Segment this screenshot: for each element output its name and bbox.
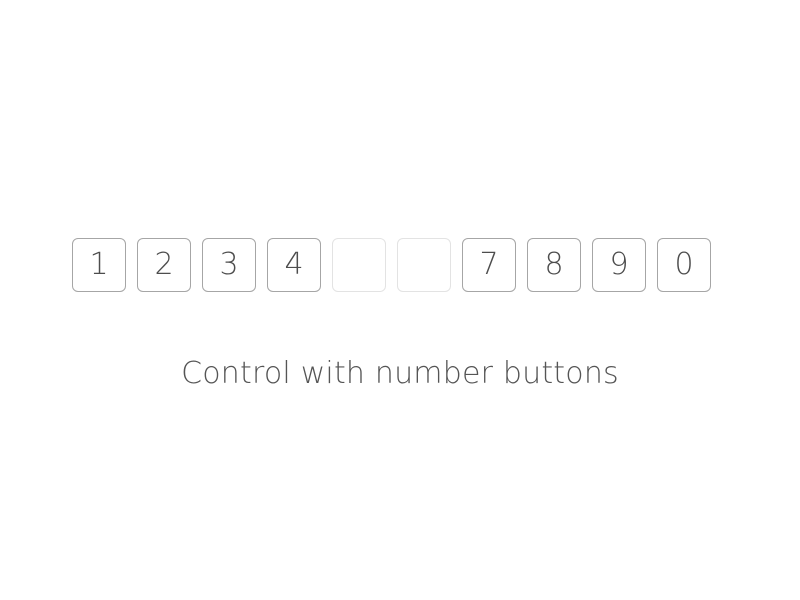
number-button-4[interactable]: 4 <box>267 238 321 292</box>
number-button-9[interactable]: 9 <box>592 238 646 292</box>
number-button-3[interactable]: 3 <box>202 238 256 292</box>
number-button-2[interactable]: 2 <box>137 238 191 292</box>
number-button-7[interactable]: 7 <box>462 238 516 292</box>
number-button-1[interactable]: 1 <box>72 238 126 292</box>
number-button-0[interactable]: 0 <box>657 238 711 292</box>
number-button-8[interactable]: 8 <box>527 238 581 292</box>
number-keypad: 1 2 3 4 7 8 9 0 <box>72 238 711 292</box>
number-button-5[interactable] <box>332 238 386 292</box>
caption-text: Control with number buttons <box>181 356 619 391</box>
number-button-6[interactable] <box>397 238 451 292</box>
